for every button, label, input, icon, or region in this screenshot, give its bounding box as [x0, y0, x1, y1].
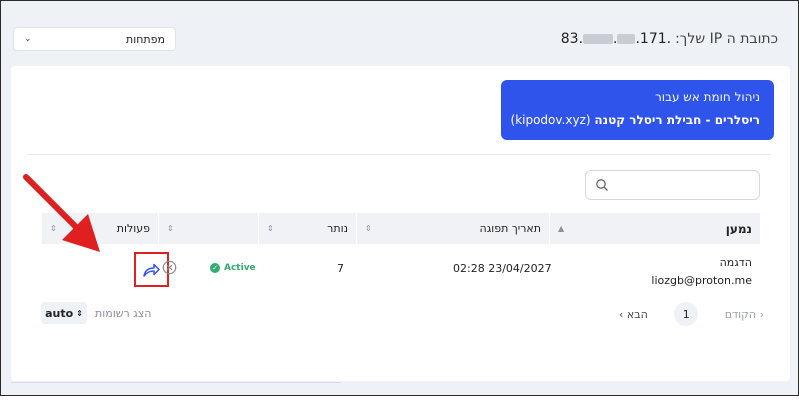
chevron-down-icon: ⌄: [24, 34, 32, 44]
sort-icon: ⇕: [76, 308, 83, 318]
column-header-actions[interactable]: פעולות ⇕: [41, 213, 158, 244]
recipient-name: הדגמה: [719, 256, 752, 269]
ip-address-line: כתובת ה IP שלך: 83.. .171.: [561, 31, 778, 47]
pagination: ‹ הבא 1 הקודם ›: [619, 302, 764, 326]
banner-domain: (kipodov.xyz): [510, 113, 591, 127]
records-per-page-select[interactable]: auto ⇕: [41, 302, 87, 324]
firewall-banner: ניהול חומת אש עבור ריסלרים - חבילת ריסלר…: [501, 80, 774, 140]
table-row: הדגמה liozgb@proton.me 02:28 23/04/2027 …: [41, 252, 760, 296]
scroll-indicator: [11, 382, 341, 383]
status-badge: ✓ Active: [210, 263, 256, 273]
sort-icon: ⇕: [267, 224, 274, 233]
sort-icon: ⇕: [50, 224, 57, 233]
previous-page-button[interactable]: הקודם ›: [725, 308, 764, 321]
share-arrow-icon: [143, 263, 160, 277]
recipient-email: liozgb@proton.me: [651, 274, 752, 287]
sort-icon: ▲︎: [558, 224, 565, 233]
ip-redacted-block: [617, 34, 636, 44]
ip-last-octet: 171.: [639, 31, 672, 47]
ip-label: כתובת ה IP שלך:: [675, 31, 778, 47]
recipient-cell: הדגמה liozgb@proton.me: [651, 254, 752, 290]
remaining-cell: 7: [337, 262, 344, 275]
column-header-status[interactable]: ⇕: [158, 213, 258, 244]
expiry-cell: 02:28 23/04/2027: [453, 262, 552, 275]
table-header: נמען ▲︎ תאריך תפוגה ⇕ נותר ⇕ ⇕ פעולות ⇕: [41, 213, 760, 244]
column-header-recipient[interactable]: נמען ▲︎: [549, 213, 760, 244]
ip-value: 83.. .171.: [560, 31, 672, 47]
divider: [27, 154, 771, 155]
column-header-remaining[interactable]: נותר ⇕: [258, 213, 356, 244]
app-frame: כתובת ה IP שלך: 83.. .171. ⌄ מפתחות ניהול…: [0, 0, 799, 396]
records-per-page: auto ⇕ הצג רשומות: [41, 302, 151, 324]
search-icon: [596, 179, 608, 191]
sort-icon: ⇕: [167, 224, 174, 233]
records-per-page-label: הצג רשומות: [95, 306, 152, 320]
cancel-icon[interactable]: [162, 260, 177, 275]
main-card: ניהול חומת אש עבור ריסלרים - חבילת ריסלר…: [11, 66, 790, 381]
ip-first-octet: 83.: [560, 31, 584, 47]
page-number-button[interactable]: 1: [674, 302, 699, 326]
banner-title: ניהול חומת אש עבור: [654, 90, 760, 104]
check-icon: ✓: [210, 263, 220, 273]
ip-redacted-block: [583, 34, 614, 44]
banner-package-name: ריסלרים - חבילת ריסלר קטנה: [594, 113, 760, 127]
keys-dropdown[interactable]: ⌄ מפתחות: [13, 27, 176, 51]
keys-dropdown-label: מפתחות: [126, 32, 165, 46]
banner-package: ריסלרים - חבילת ריסלר קטנה (kipodov.xyz): [511, 113, 761, 127]
next-page-button[interactable]: ‹ הבא: [619, 308, 648, 321]
sort-icon: ⇕: [365, 224, 372, 233]
search-input[interactable]: [585, 170, 760, 200]
column-header-expiry[interactable]: תאריך תפוגה ⇕: [356, 213, 549, 244]
